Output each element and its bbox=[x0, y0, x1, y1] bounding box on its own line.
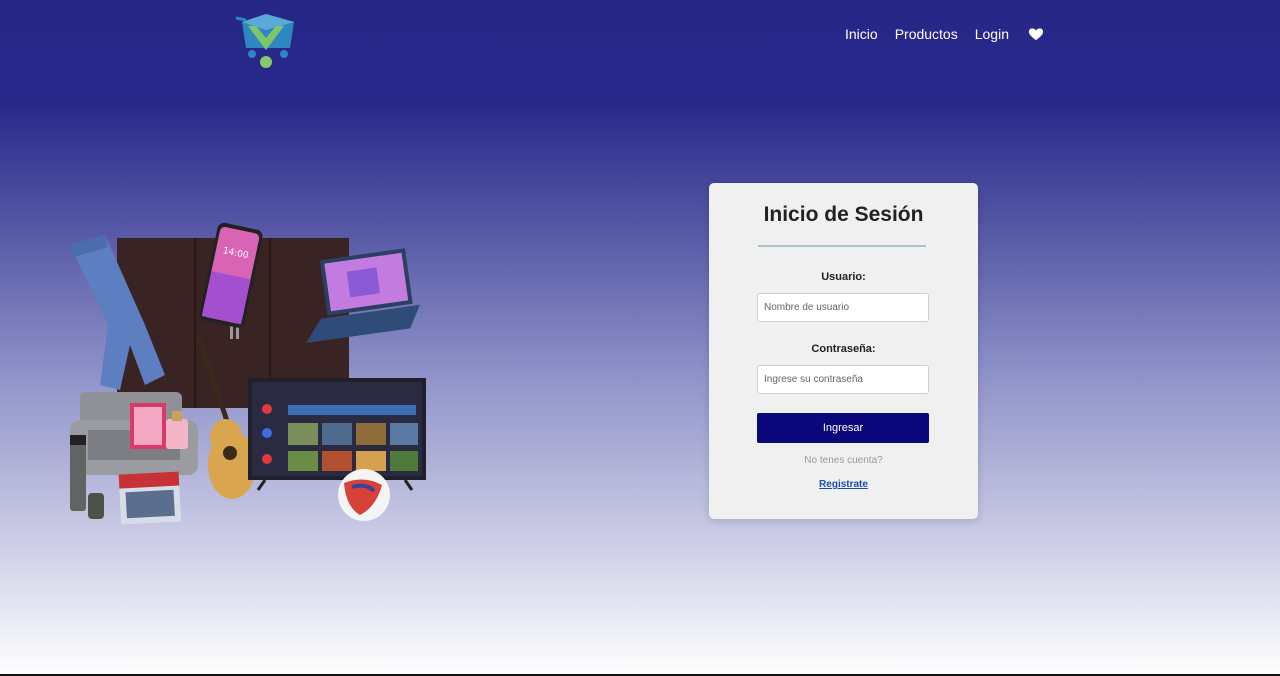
username-label: Usuario: bbox=[821, 271, 866, 283]
username-input[interactable] bbox=[757, 293, 929, 322]
password-label: Contraseña: bbox=[811, 343, 876, 355]
heart-icon[interactable] bbox=[1028, 26, 1044, 42]
nav-inicio[interactable]: Inicio bbox=[845, 26, 878, 42]
products-collage-image: 14:00 bbox=[60, 215, 440, 535]
submit-button[interactable]: Ingresar bbox=[757, 413, 929, 443]
login-card: Inicio de Sesión Usuario: Contraseña: In… bbox=[709, 183, 978, 519]
logo[interactable] bbox=[232, 8, 300, 72]
no-account-text: No tenes cuenta? bbox=[804, 455, 883, 466]
register-link[interactable]: Registrate bbox=[709, 479, 978, 490]
login-title: Inicio de Sesión bbox=[763, 203, 924, 226]
shopping-cart-logo-icon bbox=[235, 14, 294, 68]
main-nav: Inicio Productos Login bbox=[845, 26, 1044, 42]
nav-productos[interactable]: Productos bbox=[895, 26, 958, 42]
nav-login[interactable]: Login bbox=[975, 26, 1009, 42]
password-input[interactable] bbox=[757, 365, 929, 394]
title-divider bbox=[758, 245, 926, 247]
